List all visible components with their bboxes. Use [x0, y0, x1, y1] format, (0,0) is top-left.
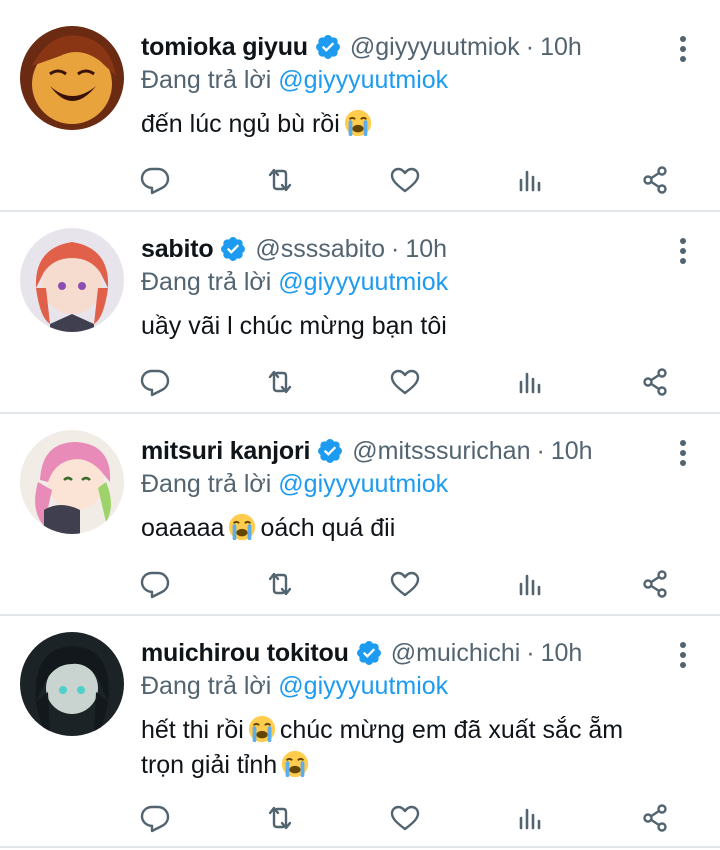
reply-icon[interactable]: [135, 160, 175, 200]
timestamp[interactable]: 10h: [405, 235, 447, 264]
verified-badge-icon: [314, 33, 342, 61]
avatar[interactable]: [20, 26, 124, 130]
tweet-text: oaaaaa oách quá đii: [141, 511, 660, 546]
like-icon[interactable]: [385, 362, 425, 402]
reply-icon[interactable]: [135, 362, 175, 402]
reply-prefix: Đang trả lời: [141, 66, 272, 94]
retweet-icon[interactable]: [260, 798, 300, 838]
retweet-icon[interactable]: [260, 362, 300, 402]
tweet[interactable]: muichirou tokitou @muichichi · 10h Đang …: [0, 616, 720, 848]
retweet-icon[interactable]: [260, 160, 300, 200]
share-icon[interactable]: [635, 362, 675, 402]
views-icon[interactable]: [510, 798, 550, 838]
timestamp[interactable]: 10h: [540, 33, 582, 62]
loudly-crying-face-icon: [227, 512, 257, 542]
more-vertical-icon[interactable]: [676, 34, 690, 64]
tweet[interactable]: tomioka giyuu @giyyyuutmiok · 10h Đang t…: [0, 0, 720, 212]
retweet-icon[interactable]: [260, 564, 300, 604]
action-bar: [140, 160, 680, 200]
reply-icon[interactable]: [135, 564, 175, 604]
handle[interactable]: @giyyyuutmiok: [350, 33, 520, 62]
display-name[interactable]: mitsuri kanjori: [141, 437, 310, 466]
more-vertical-icon[interactable]: [676, 438, 690, 468]
loudly-crying-face-icon: [280, 749, 310, 779]
reply-prefix: Đang trả lời: [141, 470, 272, 498]
timestamp[interactable]: 10h: [551, 437, 593, 466]
avatar[interactable]: [20, 430, 124, 534]
separator-dot: ·: [525, 32, 535, 61]
tweet-text-part: oaaaaa: [141, 514, 225, 542]
tweet-text-part: uầy vãi l chúc mừng bạn tôi: [141, 312, 447, 340]
verified-badge-icon: [355, 639, 383, 667]
views-icon[interactable]: [510, 160, 550, 200]
loudly-crying-face-icon: [343, 108, 373, 138]
mention-link[interactable]: @giyyyuutmiok: [278, 470, 448, 498]
reply-prefix: Đang trả lời: [141, 672, 272, 700]
separator-dot: ·: [526, 638, 535, 667]
tweet[interactable]: sabito @ssssabito · 10h Đang trả lời @gi…: [0, 212, 720, 414]
mention-link[interactable]: @giyyyuutmiok: [278, 66, 448, 94]
mention-link[interactable]: @giyyyuutmiok: [278, 268, 448, 296]
action-bar: [140, 798, 680, 838]
reply-context: Đang trả lời @giyyyuutmiok: [141, 470, 660, 504]
timestamp[interactable]: 10h: [541, 639, 583, 668]
reply-context: Đang trả lời @giyyyuutmiok: [141, 268, 660, 302]
like-icon[interactable]: [385, 160, 425, 200]
tweet-text: đến lúc ngủ bù rồi: [141, 107, 660, 142]
like-icon[interactable]: [385, 798, 425, 838]
display-name[interactable]: muichirou tokitou: [141, 639, 349, 668]
reply-prefix: Đang trả lời: [141, 268, 272, 296]
like-icon[interactable]: [385, 564, 425, 604]
tweet[interactable]: mitsuri kanjori @mitsssurichan · 10h Đan…: [0, 414, 720, 616]
reply-context: Đang trả lời @giyyyuutmiok: [141, 66, 660, 100]
share-icon[interactable]: [635, 798, 675, 838]
display-name[interactable]: tomioka giyuu: [141, 33, 308, 62]
display-name[interactable]: sabito: [141, 235, 214, 264]
separator-dot: ·: [391, 234, 400, 263]
reply-icon[interactable]: [135, 798, 175, 838]
tweet-text-part: hết thi rồi: [141, 716, 244, 744]
handle[interactable]: @muichichi: [391, 639, 521, 668]
tweet-text-part: oách quá đii: [260, 514, 396, 542]
handle[interactable]: @mitsssurichan: [352, 437, 530, 466]
views-icon[interactable]: [510, 362, 550, 402]
loudly-crying-face-icon: [247, 714, 277, 744]
views-icon[interactable]: [510, 564, 550, 604]
more-vertical-icon[interactable]: [676, 236, 690, 266]
avatar[interactable]: [20, 228, 124, 332]
share-icon[interactable]: [635, 160, 675, 200]
action-bar: [140, 564, 680, 604]
tweet-text: hết thi rồi chúc mừng em đã xuất sắc ẵm t…: [141, 713, 660, 783]
avatar[interactable]: [20, 632, 124, 736]
separator-dot: ·: [536, 436, 545, 465]
verified-badge-icon: [219, 235, 247, 263]
handle[interactable]: @ssssabito: [255, 235, 385, 264]
more-vertical-icon[interactable]: [676, 640, 690, 670]
action-bar: [140, 362, 680, 402]
tweet-text-part: đến lúc ngủ bù rồi: [141, 110, 340, 138]
mention-link[interactable]: @giyyyuutmiok: [278, 672, 448, 700]
reply-context: Đang trả lời @giyyyuutmiok: [141, 672, 660, 706]
tweet-text: uầy vãi l chúc mừng bạn tôi: [141, 309, 660, 344]
verified-badge-icon: [316, 437, 344, 465]
share-icon[interactable]: [635, 564, 675, 604]
